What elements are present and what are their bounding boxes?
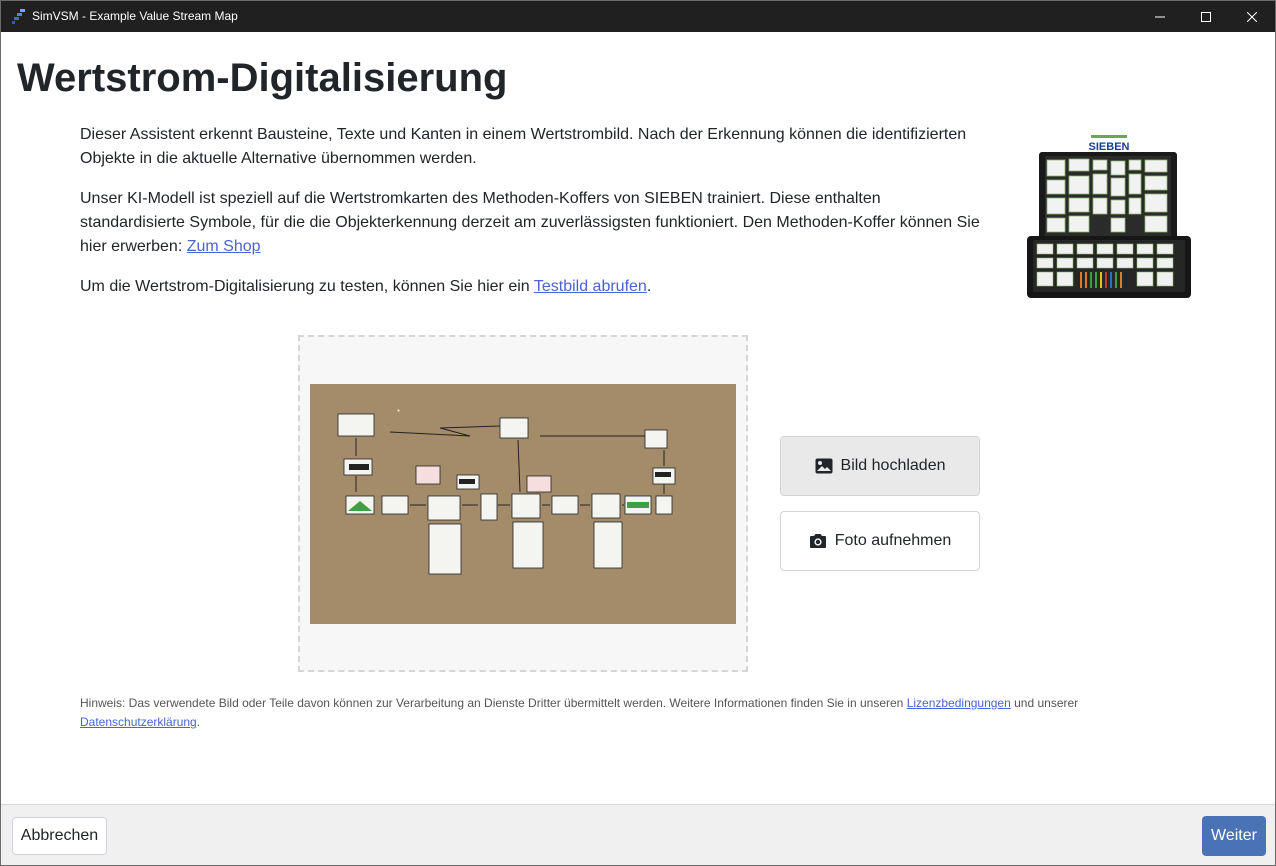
upload-image-button[interactable]: Bild hochladen bbox=[780, 436, 980, 496]
shop-link[interactable]: Zum Shop bbox=[187, 238, 261, 255]
take-photo-label: Foto aufnehmen bbox=[834, 532, 952, 549]
hint-text-end: . bbox=[196, 715, 201, 729]
case-brand-label: SIEBEN bbox=[1089, 141, 1130, 153]
hint-text-middle: und unserer bbox=[1010, 696, 1079, 710]
dialog-footer: Abbrechen Weiter bbox=[1, 804, 1275, 865]
close-icon bbox=[1247, 11, 1257, 22]
intro-text: Dieser Assistent erkennt Bausteine, Text… bbox=[80, 126, 967, 167]
title-bar: SimVSM - Example Value Stream Map bbox=[1, 1, 1275, 32]
next-button[interactable]: Weiter bbox=[1202, 816, 1266, 856]
page-title: Wertstrom-Digitalisierung bbox=[17, 56, 508, 100]
camera-icon bbox=[809, 534, 826, 548]
close-button[interactable] bbox=[1229, 1, 1275, 32]
app-logo-icon bbox=[12, 9, 25, 24]
test-image-paragraph: Um die Wertstrom-Digitalisierung zu test… bbox=[80, 275, 990, 299]
upload-image-label: Bild hochladen bbox=[840, 457, 946, 474]
take-photo-button[interactable]: Foto aufnehmen bbox=[780, 511, 980, 571]
cancel-button[interactable]: Abbrechen bbox=[12, 817, 107, 855]
window-title: SimVSM - Example Value Stream Map bbox=[32, 9, 238, 23]
maximize-button[interactable] bbox=[1183, 1, 1229, 32]
test-text: Um die Wertstrom-Digitalisierung zu test… bbox=[80, 278, 534, 295]
value-stream-photo bbox=[310, 384, 736, 624]
minimize-button[interactable] bbox=[1137, 1, 1183, 32]
license-link[interactable]: Lizenzbedingungen bbox=[907, 696, 1011, 710]
method-case-image: SIEBEN bbox=[1027, 134, 1191, 298]
privacy-policy-link[interactable]: Datenschutzerklärung bbox=[80, 715, 197, 729]
wizard-content: Wertstrom-Digitalisierung Dieser Assiste… bbox=[1, 32, 1275, 804]
app-window: SimVSM - Example Value Stream Map Wertst… bbox=[0, 0, 1276, 866]
model-description: Unser KI-Modell ist speziell auf die Wer… bbox=[80, 187, 990, 259]
image-dropzone[interactable] bbox=[298, 335, 748, 672]
test-text-end: . bbox=[646, 278, 652, 295]
privacy-hint: Hinweis: Das verwendete Bild oder Teile … bbox=[80, 694, 1180, 732]
minimize-icon bbox=[1155, 16, 1165, 17]
hint-text: Hinweis: Das verwendete Bild oder Teile … bbox=[80, 696, 907, 710]
test-image-link[interactable]: Testbild abrufen bbox=[534, 278, 647, 295]
maximize-icon bbox=[1201, 11, 1211, 22]
image-icon bbox=[815, 458, 833, 474]
